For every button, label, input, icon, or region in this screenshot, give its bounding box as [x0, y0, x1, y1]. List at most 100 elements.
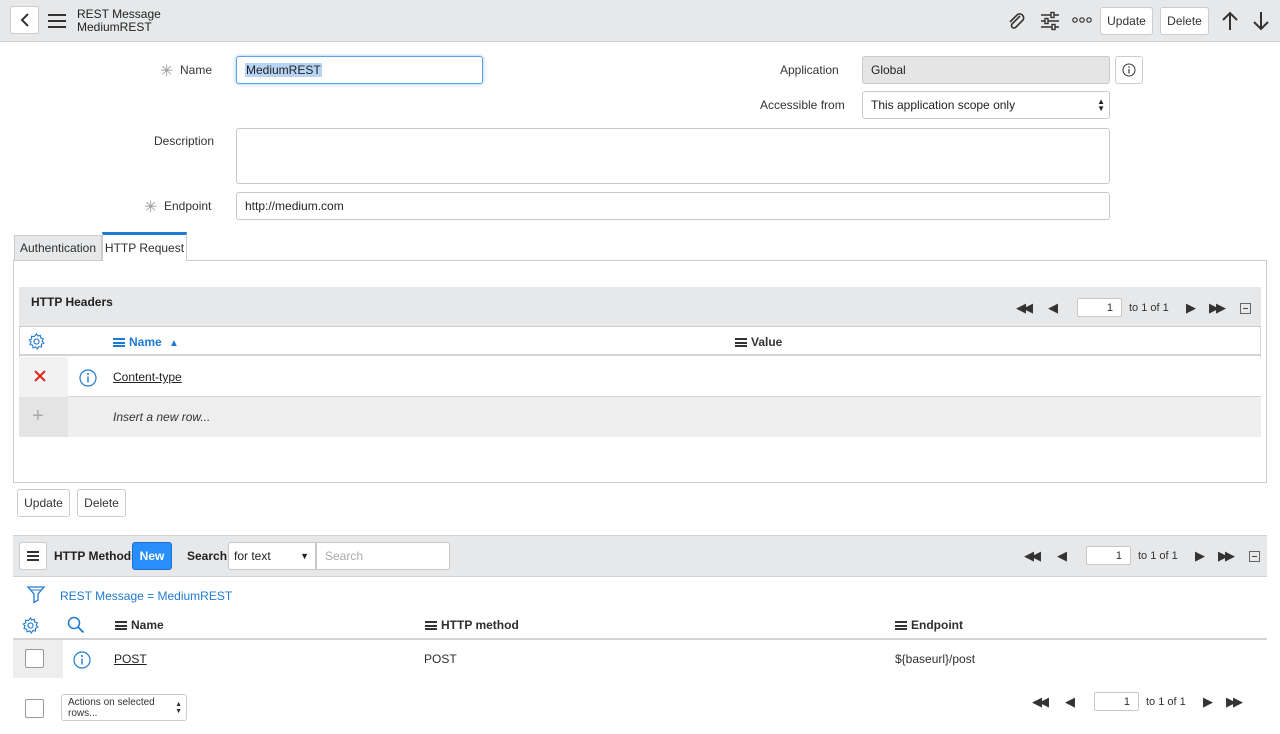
headers-col-name-label: Name	[129, 335, 162, 349]
attachment-icon[interactable]	[1006, 11, 1026, 34]
table-row	[19, 357, 1261, 397]
record-type-label: REST Message	[77, 7, 161, 21]
row-info-icon[interactable]	[79, 369, 97, 390]
methods-col-name-label: Name	[131, 618, 164, 632]
list-settings-icon[interactable]	[28, 332, 45, 353]
column-menu-icon[interactable]	[425, 621, 437, 631]
search-field-value: for text	[234, 549, 271, 563]
methods-col-endpoint[interactable]: Endpoint	[895, 618, 963, 632]
headers-col-name[interactable]: Name ▲	[113, 335, 179, 349]
filter-breadcrumb[interactable]: REST Message = MediumREST	[60, 589, 232, 603]
headers-col-value[interactable]: Value	[735, 335, 782, 349]
accessible-from-label: Accessible from	[760, 98, 845, 112]
method-http-method-cell: POST	[424, 652, 457, 666]
select-all-checkbox[interactable]	[25, 699, 44, 718]
headers-col-value-label: Value	[751, 335, 783, 349]
http-headers-title: HTTP Headers	[31, 295, 113, 309]
methods-list-settings-icon[interactable]	[22, 616, 39, 637]
headers-column-row	[19, 327, 1261, 356]
method-endpoint-cell: ${baseurl}/post	[895, 652, 976, 666]
actions-on-selected-label: Actions on selected rows...	[68, 696, 155, 719]
prev-page-icon[interactable]: ◀	[1048, 300, 1058, 316]
methods-first-page-icon[interactable]: ◀◀	[1024, 548, 1041, 564]
tab-authentication[interactable]: Authentication	[14, 235, 102, 260]
column-menu-icon[interactable]	[895, 621, 907, 631]
accessible-from-select[interactable]: This application scope only ▲ ▼	[862, 91, 1110, 119]
application-field: Global	[862, 56, 1110, 84]
personalize-form-icon[interactable]	[1040, 11, 1060, 34]
more-options-icon[interactable]	[1072, 14, 1092, 29]
tab-http-request-label: HTTP Request	[104, 241, 185, 255]
bottom-page-input[interactable]: 1	[1094, 692, 1139, 711]
header-update-button[interactable]: Update	[1100, 7, 1153, 35]
methods-last-page-icon[interactable]: ▶▶	[1218, 548, 1235, 564]
new-button[interactable]: New	[132, 542, 172, 570]
methods-col-name[interactable]: Name	[115, 618, 164, 632]
select-arrows-icon: ▲ ▼	[175, 701, 182, 715]
tab-authentication-label: Authentication	[19, 241, 97, 255]
last-page-icon[interactable]: ▶▶	[1209, 300, 1226, 316]
form-delete-button[interactable]: Delete	[77, 489, 126, 517]
name-input[interactable]: MediumREST	[236, 56, 483, 84]
search-label: Search	[187, 549, 228, 563]
column-menu-icon[interactable]	[735, 338, 747, 348]
bottom-last-page-icon[interactable]: ▶▶	[1226, 694, 1243, 710]
hamburger-icon	[27, 551, 39, 561]
name-mandatory-icon: ✳	[160, 63, 174, 80]
headers-page-input[interactable]: 1	[1077, 298, 1122, 317]
http-methods-title: HTTP Methods	[54, 549, 138, 563]
bottom-first-page-icon[interactable]: ◀◀	[1032, 694, 1049, 710]
delete-row-icon[interactable]	[33, 369, 47, 386]
application-info-button[interactable]	[1115, 56, 1143, 84]
http-headers-toolbar	[19, 287, 1261, 327]
application-label: Application	[780, 63, 839, 77]
methods-next-page-icon[interactable]: ▶	[1195, 548, 1205, 564]
methods-col-http-method-label: HTTP method	[441, 618, 519, 632]
dropdown-arrow-icon: ▼	[300, 551, 309, 561]
record-name-label: MediumREST	[77, 20, 152, 34]
next-page-icon[interactable]: ▶	[1186, 300, 1196, 316]
chevron-left-icon	[20, 13, 29, 27]
tab-http-request[interactable]: HTTP Request	[102, 232, 187, 261]
next-record-icon[interactable]	[1251, 10, 1271, 35]
bottom-next-page-icon[interactable]: ▶	[1203, 694, 1213, 710]
methods-page-input[interactable]: 1	[1086, 546, 1131, 565]
header-name-link[interactable]: Content-type	[113, 370, 182, 384]
description-textarea[interactable]	[236, 128, 1110, 184]
first-page-icon[interactable]: ◀◀	[1016, 300, 1033, 316]
form-update-button[interactable]: Update	[17, 489, 70, 517]
column-search-icon[interactable]	[67, 616, 85, 637]
methods-col-endpoint-label: Endpoint	[911, 618, 963, 632]
insert-row-label[interactable]: Insert a new row...	[113, 410, 210, 424]
column-menu-icon[interactable]	[113, 338, 125, 348]
methods-prev-page-icon[interactable]: ◀	[1057, 548, 1067, 564]
methods-column-row	[13, 612, 1267, 640]
list-context-menu-button[interactable]	[19, 542, 47, 570]
endpoint-mandatory-icon: ✳	[144, 199, 158, 216]
methods-collapse-icon[interactable]	[1249, 551, 1260, 562]
methods-col-http-method[interactable]: HTTP method	[425, 618, 519, 632]
back-button[interactable]	[10, 6, 39, 34]
info-icon	[1122, 63, 1136, 77]
search-field-select[interactable]: for text ▼	[228, 542, 316, 570]
previous-record-icon[interactable]	[1220, 10, 1240, 35]
methods-page-range: to 1 of 1	[1138, 550, 1178, 562]
column-menu-icon[interactable]	[115, 621, 127, 631]
endpoint-label: Endpoint	[164, 199, 212, 213]
select-arrows-icon: ▲ ▼	[1097, 97, 1105, 113]
name-label: Name	[180, 63, 213, 77]
header-delete-button[interactable]: Delete	[1160, 7, 1209, 35]
bottom-prev-page-icon[interactable]: ◀	[1065, 694, 1075, 710]
add-row-icon[interactable]: +	[32, 405, 44, 428]
table-row	[13, 640, 1267, 678]
search-input[interactable]: Search	[316, 542, 450, 570]
method-row-info-icon[interactable]	[73, 651, 91, 672]
context-menu-icon[interactable]	[48, 14, 66, 28]
collapse-icon[interactable]	[1240, 303, 1251, 314]
actions-on-selected-select[interactable]: Actions on selected rows... ▲ ▼	[61, 694, 187, 721]
method-name-link[interactable]: POST	[114, 652, 147, 666]
endpoint-input[interactable]: http://medium.com	[236, 192, 1110, 220]
accessible-from-value: This application scope only	[871, 98, 1016, 112]
filter-icon[interactable]	[26, 585, 46, 607]
row-checkbox[interactable]	[25, 649, 44, 668]
